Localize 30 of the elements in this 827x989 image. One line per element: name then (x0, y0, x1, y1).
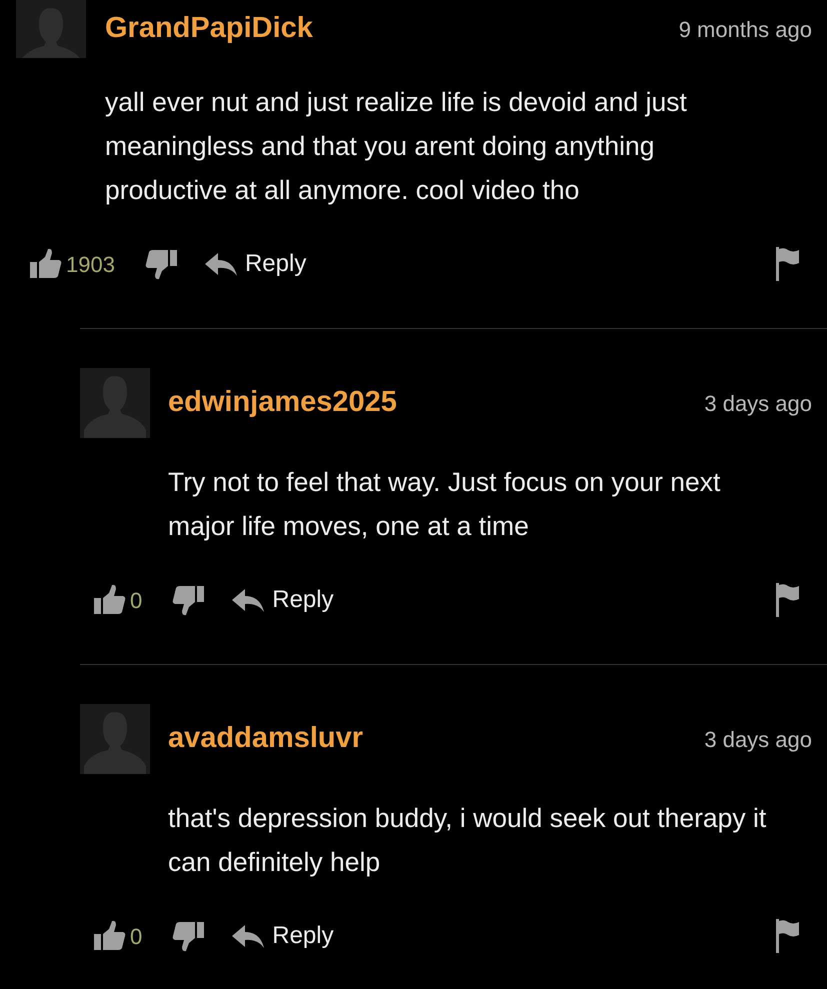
username[interactable]: edwinjames2025 (168, 381, 397, 425)
reply-icon (204, 252, 239, 276)
reply-button[interactable]: Reply (204, 246, 306, 282)
timestamp: 9 months ago (678, 16, 812, 44)
reply-button[interactable]: Reply (232, 582, 334, 618)
flag-icon[interactable] (776, 583, 800, 617)
thumbs-down-icon[interactable] (144, 248, 179, 280)
vote-count: 0 (130, 922, 142, 950)
reply-button[interactable]: Reply (232, 918, 334, 954)
reply-icon (232, 924, 266, 948)
vote-count: 1903 (66, 250, 115, 278)
timestamp: 3 days ago (704, 390, 812, 418)
comment-text: that's depression buddy, i would seek out therapy it can definitely help (168, 802, 768, 879)
username[interactable]: GrandPapiDick (105, 7, 313, 51)
flag-icon[interactable] (776, 247, 800, 281)
avatar (80, 704, 150, 774)
thumbs-up-icon[interactable] (92, 920, 126, 952)
comment-text: yall ever nut and just realize life is devoid and just meaningless and that you arent doing anything productive at all anymore. cool video tho (105, 86, 688, 207)
avatar (16, 0, 86, 58)
username[interactable]: avaddamsluvr (168, 717, 364, 761)
timestamp: 3 days ago (704, 726, 812, 754)
thumbs-down-icon[interactable] (172, 584, 206, 616)
comment-text: Try not to feel that way. Just focus on your next major life moves, one at a time (168, 466, 722, 543)
avatar (80, 368, 150, 438)
thumbs-up-icon[interactable] (92, 584, 126, 616)
thumbs-up-icon[interactable] (28, 248, 62, 280)
flag-icon[interactable] (776, 919, 800, 953)
thumbs-down-icon[interactable] (172, 920, 206, 952)
reply-icon (232, 588, 266, 612)
vote-count: 0 (130, 586, 142, 614)
